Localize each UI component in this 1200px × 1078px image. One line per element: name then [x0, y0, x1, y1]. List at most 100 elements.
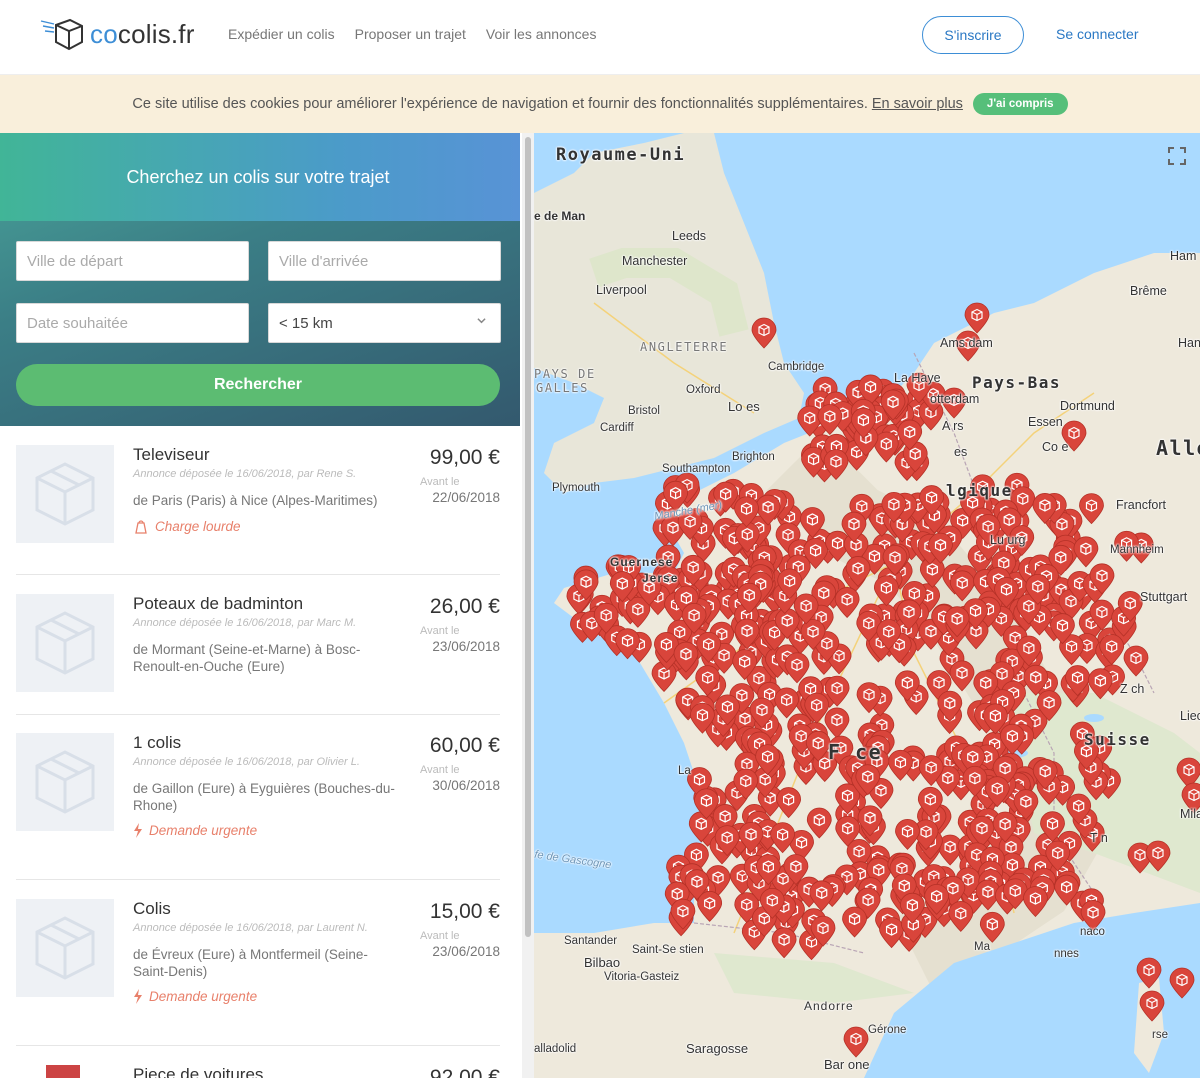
- results-scrollbar[interactable]: [522, 133, 534, 1078]
- search-title: Cherchez un colis sur votre trajet: [126, 167, 390, 187]
- listing-route: de Évreux (Eure) à Montfermeil (Seine-Sa…: [133, 947, 368, 979]
- search-panel: Cherchez un colis sur votre trajet Ville…: [0, 133, 520, 426]
- listing-before-label: Avant le: [420, 625, 460, 637]
- nav-expedier[interactable]: Expédier un colis: [228, 26, 335, 42]
- map-label-leeds: Leeds: [672, 229, 707, 243]
- nav-annonces[interactable]: Voir les annonces: [486, 26, 597, 42]
- map-label-hanovre: Hano: [1178, 336, 1200, 350]
- cookie-more-link[interactable]: En savoir plus: [872, 96, 963, 112]
- listing-meta: Annonce déposée le 16/06/2018, par Rene …: [133, 468, 357, 480]
- listing-date: 22/06/2018: [432, 490, 500, 505]
- scrollbar-thumb[interactable]: [525, 137, 531, 937]
- listing-title[interactable]: Colis: [133, 899, 171, 919]
- listing-thumbnail: [46, 1065, 80, 1078]
- map-label-stuttgart: Stuttgart: [1140, 590, 1188, 604]
- listing-thumbnail: [16, 899, 114, 997]
- arrival-input[interactable]: Ville d'arrivée: [268, 241, 501, 281]
- listing-meta: Annonce déposée le 16/06/2018, par Marc …: [133, 617, 357, 629]
- listing-route: de Gaillon (Eure) à Eyguières (Bouches-d…: [133, 781, 395, 813]
- listing-date: 23/06/2018: [432, 944, 500, 959]
- map-label-la-rochelle: La: [678, 765, 691, 777]
- results-panel: Cherchez un colis sur votre trajet Ville…: [0, 133, 520, 1078]
- date-input[interactable]: Date souhaitée: [16, 303, 249, 343]
- cookie-banner: Ce site utilise des cookies pour amélior…: [0, 75, 1200, 133]
- listing-tag-label: Demande urgente: [149, 989, 258, 1004]
- listing-date: 30/06/2018: [432, 778, 500, 793]
- site-header: cocolis.fr Expédier un colis Proposer un…: [0, 0, 1200, 75]
- login-link[interactable]: Se connecter: [1056, 26, 1139, 42]
- map-label-brighton: Brighton: [732, 451, 775, 463]
- listing-item[interactable]: Poteaux de badminton Annonce déposée le …: [16, 594, 500, 715]
- map-label-anvers: A rs: [942, 419, 964, 433]
- listing-item[interactable]: Televiseur Annonce déposée le 16/06/2018…: [16, 445, 500, 575]
- map-label-belgique: lgique: [946, 481, 1013, 500]
- listing-price: 26,00 €: [429, 595, 500, 618]
- map-label-amsterdam: Ams dam: [940, 336, 993, 350]
- map-label-corse: rse: [1152, 1029, 1168, 1041]
- radius-select[interactable]: < 15 km: [268, 303, 501, 343]
- map-label-pays-de-galles-2: GALLES: [536, 381, 589, 395]
- map-label-pays-de-galles-1: PAYS DE: [534, 367, 596, 381]
- box-placeholder-icon: [35, 611, 95, 675]
- departure-input[interactable]: Ville de départ: [16, 241, 249, 281]
- map-label-saint-sebastien: Saint-Se stien: [632, 944, 704, 956]
- map-label-royaume-uni: Royaume-Uni: [556, 145, 686, 165]
- map-label-zurich: Z ch: [1120, 682, 1145, 696]
- map-label-manchester: Manchester: [622, 254, 688, 268]
- map-label-oxford: Oxford: [686, 384, 721, 396]
- listing-thumbnail: [16, 445, 114, 543]
- map-label-francfort: Francfort: [1116, 498, 1167, 512]
- logo[interactable]: cocolis.fr: [40, 14, 195, 54]
- main-nav: Expédier un colis Proposer un trajet Voi…: [228, 26, 596, 42]
- listing-title[interactable]: Televiseur: [133, 445, 210, 465]
- map-label-monaco: naco: [1080, 926, 1105, 938]
- map-label-cardiff: Cardiff: [600, 422, 634, 434]
- listing-title[interactable]: Piece de voitures: [133, 1065, 263, 1078]
- listing-tag: Demande urgente: [133, 989, 257, 1004]
- map-label-cambridge: Cambridge: [768, 361, 825, 373]
- search-button[interactable]: Rechercher: [16, 364, 500, 406]
- radius-value: < 15 km: [279, 314, 333, 332]
- logo-co: co: [90, 18, 118, 49]
- map-label-france: F ce: [828, 740, 883, 764]
- listing-thumbnail: [16, 733, 114, 831]
- map[interactable]: Royaume-Uni e de Man Leeds Manchester Li…: [534, 133, 1200, 1078]
- listing-date: 23/06/2018: [432, 639, 500, 654]
- map-label-andorre: Andorre: [804, 999, 854, 1013]
- map-label-valladolid: alladolid: [534, 1043, 577, 1055]
- map-label-barcelone: Bar one: [824, 1057, 870, 1072]
- map-label-jersey: Jerse: [642, 571, 679, 585]
- nav-proposer[interactable]: Proposer un trajet: [355, 26, 466, 42]
- map-label-guernesey: Guernese: [610, 555, 674, 569]
- listing-item[interactable]: Piece de voitures 92,00 €: [16, 1065, 500, 1078]
- fullscreen-icon[interactable]: [1166, 145, 1188, 167]
- cookie-text: Ce site utilise des cookies pour amélior…: [132, 96, 868, 112]
- box-logo-icon: [40, 18, 83, 51]
- map-label-cologne: Co e: [1042, 440, 1069, 454]
- listing-before-label: Avant le: [420, 930, 460, 942]
- map-label-mannheim: Mannheim: [1110, 544, 1164, 556]
- logo-rest: colis.fr: [117, 18, 195, 49]
- cookie-accept-button[interactable]: J'ai compris: [972, 93, 1068, 115]
- map-label-vitoria: Vitoria-Gasteiz: [604, 971, 680, 983]
- listing-meta: Annonce déposée le 16/06/2018, par Olivi…: [133, 756, 360, 768]
- listing-route: de Mormant (Seine-et-Marne) à Bosc-Renou…: [133, 642, 361, 674]
- listing-tag-label: Demande urgente: [149, 823, 258, 838]
- listing-tag-label: Charge lourde: [155, 519, 241, 534]
- listing-title[interactable]: 1 colis: [133, 733, 181, 753]
- map-label-bilbao: Bilbao: [584, 955, 621, 970]
- map-label-angleterre: ANGLETERRE: [640, 340, 729, 354]
- map-label-ile-de-man: e de Man: [534, 209, 586, 223]
- map-label-turin: T n: [1090, 831, 1108, 845]
- lightning-icon: [134, 989, 142, 1004]
- signup-button[interactable]: S'inscrire: [922, 16, 1024, 54]
- listing-title[interactable]: Poteaux de badminton: [133, 594, 303, 614]
- map-label-milan: Mila: [1180, 807, 1200, 821]
- listing-item[interactable]: Colis Annonce déposée le 16/06/2018, par…: [16, 899, 500, 1046]
- map-label-gerone: Gérone: [868, 1024, 907, 1036]
- map-label-cannes: nnes: [1054, 948, 1079, 960]
- listing-item[interactable]: 1 colis Annonce déposée le 16/06/2018, p…: [16, 733, 500, 880]
- lightning-icon: [134, 823, 142, 838]
- map-label-bruxelles: es: [954, 445, 968, 459]
- map-label-essen: Essen: [1028, 415, 1063, 429]
